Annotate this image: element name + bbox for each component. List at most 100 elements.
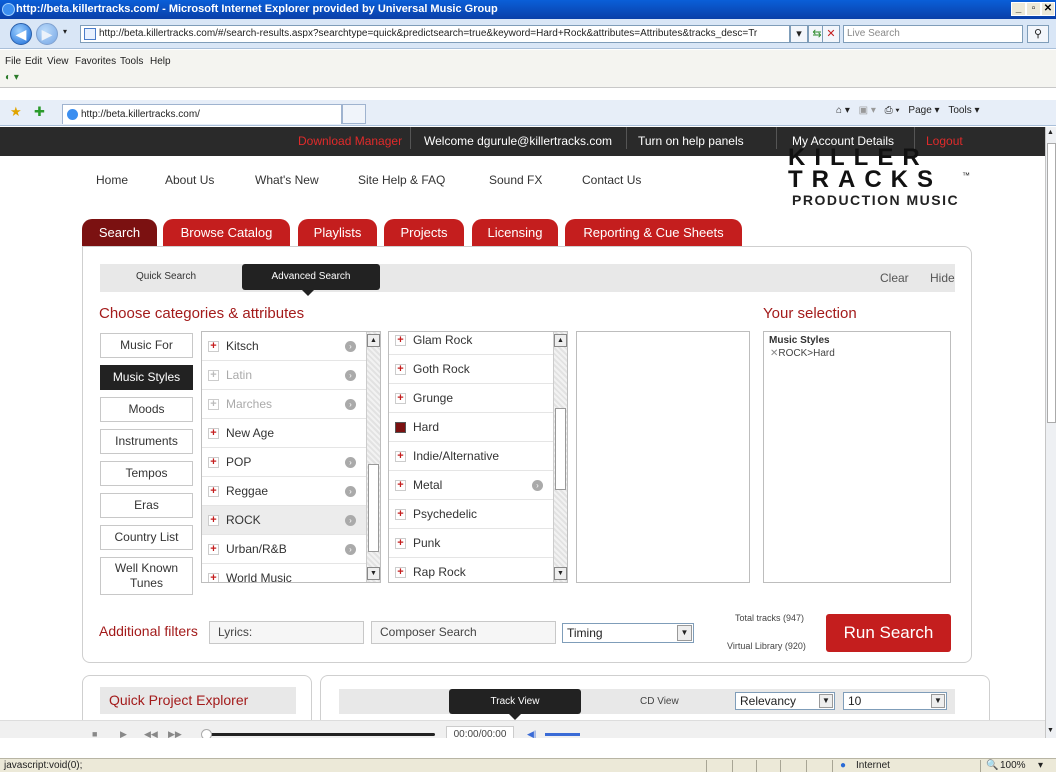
- scroll-down-icon[interactable]: ▼: [1047, 727, 1054, 734]
- cd-view-tab[interactable]: CD View: [640, 696, 679, 707]
- plus-icon[interactable]: +: [395, 567, 406, 578]
- menu-view[interactable]: View: [47, 56, 69, 67]
- list-item[interactable]: + POP ›: [202, 448, 366, 477]
- list-item[interactable]: + Goth Rock: [389, 355, 553, 384]
- quick-search-tab[interactable]: Quick Search: [136, 271, 196, 282]
- run-search-button[interactable]: Run Search: [826, 614, 951, 652]
- list-item[interactable]: + Rap Rock: [389, 558, 553, 582]
- nav-whats-new[interactable]: What's New: [255, 173, 319, 187]
- menu-tools[interactable]: Tools: [120, 56, 143, 67]
- zoom-level[interactable]: 100%: [1000, 759, 1026, 772]
- chevron-right-icon[interactable]: ›: [345, 544, 356, 555]
- menu-favorites[interactable]: Favorites: [75, 56, 116, 67]
- logout-link[interactable]: Logout: [926, 127, 963, 156]
- category-instruments[interactable]: Instruments: [100, 429, 193, 454]
- feeds-icon[interactable]: ▣ ▾: [859, 105, 876, 116]
- chevron-right-icon[interactable]: ›: [532, 480, 543, 491]
- menu-help[interactable]: Help: [150, 56, 171, 67]
- help-panels-link[interactable]: Turn on help panels: [638, 127, 744, 156]
- nav-site-help[interactable]: Site Help & FAQ: [358, 173, 445, 187]
- composer-search-input[interactable]: Composer Search: [371, 621, 556, 644]
- substyles-scrollbar[interactable]: ▲ ▼: [553, 332, 567, 582]
- timing-select[interactable]: Timing ▼: [562, 623, 694, 643]
- menu-file[interactable]: File: [5, 56, 21, 67]
- list-item[interactable]: + Kitsch ›: [202, 332, 366, 361]
- track-view-tab[interactable]: Track View: [449, 689, 581, 720]
- page-menu[interactable]: Page ▾: [908, 105, 939, 116]
- chevron-down-icon[interactable]: ▼: [819, 694, 833, 708]
- chevron-right-icon[interactable]: ›: [345, 370, 356, 381]
- history-dropdown-icon[interactable]: ▾: [63, 27, 67, 36]
- address-input[interactable]: http://beta.killertracks.com/#/search-re…: [80, 25, 790, 43]
- scroll-thumb[interactable]: [1047, 143, 1056, 423]
- zoom-icon[interactable]: 🔍: [986, 759, 998, 772]
- back-button[interactable]: ◀: [10, 23, 32, 45]
- list-item[interactable]: + Glam Rock: [389, 332, 553, 355]
- list-item[interactable]: + Psychedelic: [389, 500, 553, 529]
- zoom-dropdown-icon[interactable]: ▾: [1038, 759, 1043, 772]
- chevron-right-icon[interactable]: ›: [345, 399, 356, 410]
- chevron-right-icon[interactable]: ›: [345, 486, 356, 497]
- address-dropdown-button[interactable]: ▾: [790, 25, 808, 43]
- stop-icon[interactable]: ■: [92, 729, 97, 738]
- list-item[interactable]: + Indie/Alternative: [389, 442, 553, 471]
- scroll-up-icon[interactable]: ▲: [1047, 129, 1054, 136]
- plus-icon[interactable]: +: [395, 538, 406, 549]
- close-window-button[interactable]: ✕: [1041, 2, 1055, 16]
- maximize-button[interactable]: ▫: [1026, 2, 1041, 16]
- chevron-down-icon[interactable]: ▼: [931, 694, 945, 708]
- chevron-down-icon[interactable]: ▼: [677, 625, 692, 641]
- quick-project-explorer[interactable]: Quick Project Explorer: [100, 687, 296, 714]
- plus-icon[interactable]: +: [395, 451, 406, 462]
- nav-contact-us[interactable]: Contact Us: [582, 173, 641, 187]
- plus-icon[interactable]: +: [395, 480, 406, 491]
- plus-icon[interactable]: +: [208, 457, 219, 468]
- stop-icon[interactable]: ✕: [822, 25, 840, 43]
- plus-icon[interactable]: +: [208, 428, 219, 439]
- selection-chip[interactable]: ✕ROCK>Hard: [770, 348, 835, 359]
- new-tab-button[interactable]: [342, 104, 366, 124]
- clear-button[interactable]: Clear: [880, 271, 909, 285]
- scroll-up-icon[interactable]: ▲: [367, 334, 380, 347]
- minimize-button[interactable]: _: [1011, 2, 1026, 16]
- lyrics-input[interactable]: Lyrics:: [209, 621, 364, 644]
- tab-playlists[interactable]: Playlists: [298, 219, 377, 247]
- tab-projects[interactable]: Projects: [384, 219, 464, 247]
- tab-search[interactable]: Search: [82, 219, 157, 247]
- add-favorites-icon[interactable]: ✚: [34, 104, 45, 120]
- tab-licensing[interactable]: Licensing: [472, 219, 558, 247]
- play-icon[interactable]: ▶: [120, 729, 127, 738]
- category-music-styles[interactable]: Music Styles: [100, 365, 193, 390]
- volume-icon[interactable]: ◀|: [527, 729, 536, 738]
- plus-icon[interactable]: +: [208, 341, 219, 352]
- list-item[interactable]: + Urban/R&B ›: [202, 535, 366, 564]
- browser-tab[interactable]: http://beta.killertracks.com/: [62, 104, 342, 124]
- tools-menu[interactable]: Tools ▾: [948, 105, 979, 116]
- home-icon[interactable]: ⌂ ▾: [836, 105, 850, 116]
- list-item[interactable]: + New Age: [202, 419, 366, 448]
- tab-browse-catalog[interactable]: Browse Catalog: [163, 219, 290, 247]
- toolbar-extension-icon[interactable]: ◐ ▾: [5, 72, 19, 83]
- category-music-for[interactable]: Music For: [100, 333, 193, 358]
- search-icon[interactable]: ⚲: [1027, 25, 1049, 43]
- plus-icon[interactable]: +: [395, 393, 406, 404]
- category-eras[interactable]: Eras: [100, 493, 193, 518]
- plus-icon[interactable]: +: [208, 573, 219, 582]
- category-country-list[interactable]: Country List: [100, 525, 193, 550]
- list-item[interactable]: + Punk: [389, 529, 553, 558]
- favorites-star-icon[interactable]: ★: [10, 104, 22, 120]
- nav-home[interactable]: Home: [96, 173, 128, 187]
- list-item[interactable]: + World Music: [202, 564, 366, 582]
- page-scrollbar[interactable]: ▲ ▼: [1045, 127, 1056, 738]
- print-icon[interactable]: ⎙ ▾: [885, 105, 900, 116]
- plus-icon[interactable]: +: [208, 544, 219, 555]
- list-item[interactable]: + Reggae ›: [202, 477, 366, 506]
- nav-sound-fx[interactable]: Sound FX: [489, 173, 542, 187]
- fast-forward-icon[interactable]: ▶▶: [168, 729, 182, 738]
- sort-select[interactable]: Relevancy ▼: [735, 692, 835, 710]
- hide-button[interactable]: Hide: [930, 271, 955, 285]
- live-search-input[interactable]: Live Search: [843, 25, 1023, 43]
- list-item[interactable]: + Metal ›: [389, 471, 553, 500]
- scroll-up-icon[interactable]: ▲: [554, 334, 567, 347]
- scroll-thumb[interactable]: [555, 408, 566, 490]
